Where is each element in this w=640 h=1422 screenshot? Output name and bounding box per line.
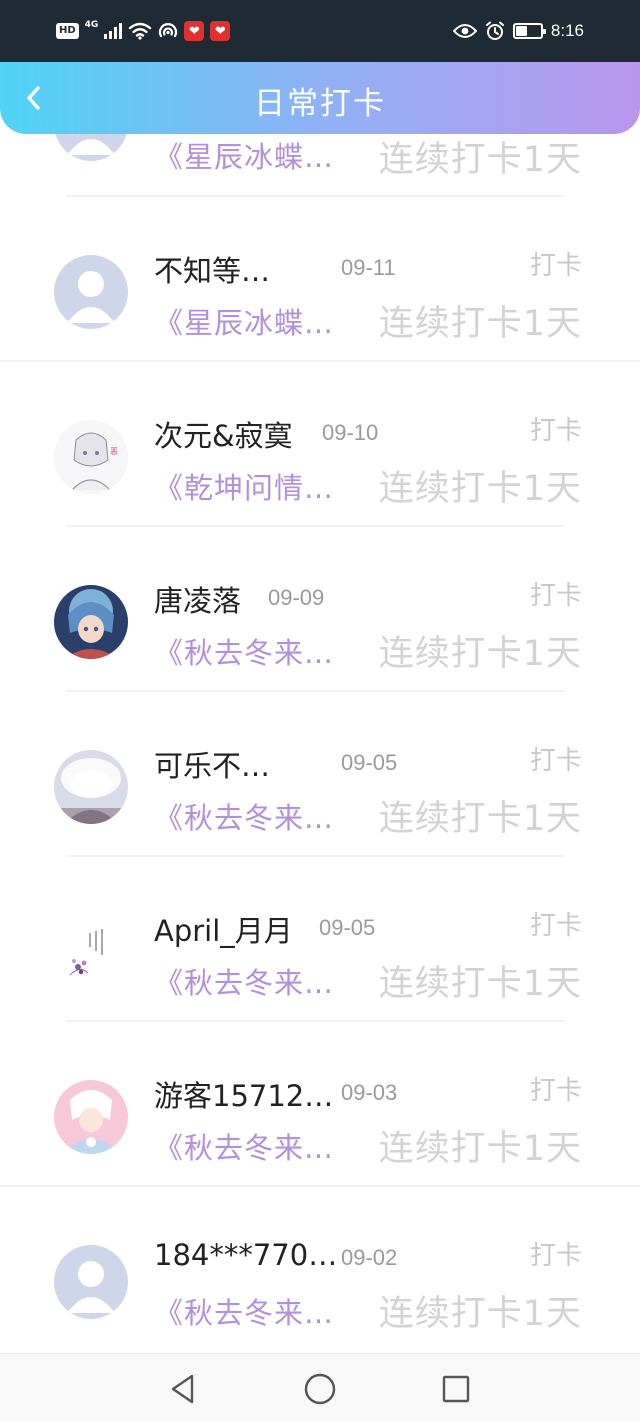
app-notification-icon: ❤ xyxy=(184,21,205,41)
book-title[interactable]: 《秋去冬来… xyxy=(154,795,334,837)
checkin-action-button[interactable]: 打卡 xyxy=(530,410,582,447)
list-item[interactable]: 《星辰冰蝶… 连续打卡1天 xyxy=(0,134,640,197)
page-header: 日常打卡 xyxy=(0,62,640,134)
streak-text: 连续打卡1天 xyxy=(378,634,582,674)
list-item[interactable]: April_月月 09-05 打卡 《秋去冬来… 连续打卡1天 xyxy=(0,857,640,1022)
checkin-action-button[interactable]: 打卡 xyxy=(530,1235,582,1272)
status-bar: HD 4G ❤ ❤ 8:16 xyxy=(0,0,640,62)
hd-icon: HD xyxy=(56,23,79,39)
streak-text: 连续打卡1天 xyxy=(378,140,582,180)
user-name: 唐凌落 xyxy=(154,584,242,618)
checkin-date: 09-03 xyxy=(341,1080,398,1105)
status-left: HD 4G ❤ ❤ xyxy=(56,18,231,44)
user-name: 184***770… xyxy=(154,1238,338,1272)
book-title[interactable]: 《秋去冬来… xyxy=(154,960,334,1002)
avatar xyxy=(54,1245,128,1319)
user-name: 游客15712… xyxy=(154,1079,334,1113)
book-title[interactable]: 《秋去冬来… xyxy=(154,1290,334,1332)
checkin-date: 09-05 xyxy=(319,915,376,940)
network-type-label: 4G xyxy=(84,20,99,30)
avatar xyxy=(54,585,128,659)
nav-home-button[interactable] xyxy=(303,1372,337,1406)
checkin-date: 09-05 xyxy=(341,750,398,775)
book-title: 《星辰冰蝶… xyxy=(154,140,335,174)
avatar xyxy=(54,255,128,329)
home-circle-icon xyxy=(304,1373,336,1405)
book-title[interactable]: 《秋去冬来… xyxy=(154,1125,334,1167)
checkin-date: 09-10 xyxy=(322,420,379,445)
system-nav-bar xyxy=(0,1353,640,1422)
streak-text: 连续打卡1天 xyxy=(378,1294,582,1334)
checkin-action-button[interactable]: 打卡 xyxy=(530,905,582,942)
streak-text: 连续打卡1天 xyxy=(378,964,582,1004)
signal-icon xyxy=(104,23,123,39)
user-name: 次元&寂寞 xyxy=(154,419,293,453)
avatar xyxy=(54,915,128,989)
back-triangle-icon xyxy=(171,1374,194,1404)
list-item[interactable]: 恶 次元&寂寞 09-10 打卡 《乾坤问情… 连续打卡1天 xyxy=(0,362,640,527)
hotspot-icon xyxy=(158,22,178,40)
nav-recents-button[interactable] xyxy=(439,1372,473,1406)
clock-time: 8:16 xyxy=(550,21,584,40)
list-item[interactable]: 184***770… 09-02 打卡 《秋去冬来… 连续打卡1天 xyxy=(0,1187,640,1352)
streak-text: 连续打卡1天 xyxy=(378,1129,582,1169)
alarm-icon xyxy=(485,21,505,41)
user-name: 可乐不… xyxy=(154,749,271,783)
checkin-action-button[interactable]: 打卡 xyxy=(530,740,582,777)
streak-text: 连续打卡1天 xyxy=(378,469,582,509)
checkin-list[interactable]: 《星辰冰蝶… 连续打卡1天 不知等… 09-11 打卡 《星辰冰蝶… 连续打卡1… xyxy=(0,134,640,1353)
streak-text: 连续打卡1天 xyxy=(378,304,582,344)
list-item[interactable]: 不知等… 09-11 打卡 《星辰冰蝶… 连续打卡1天 xyxy=(0,197,640,362)
checkin-action-button[interactable]: 打卡 xyxy=(530,575,582,612)
avatar xyxy=(54,750,128,824)
status-right: 8:16 xyxy=(452,18,584,44)
book-title[interactable]: 《秋去冬来… xyxy=(154,630,334,672)
page-title: 日常打卡 xyxy=(254,86,386,122)
checkin-date: 09-02 xyxy=(341,1245,398,1270)
nav-back-button[interactable] xyxy=(166,1372,200,1406)
checkin-date: 09-11 xyxy=(341,255,396,280)
checkin-action-button[interactable]: 打卡 xyxy=(530,1070,582,1107)
user-name: April_月月 xyxy=(154,914,293,948)
user-name: 不知等… xyxy=(154,254,271,288)
avatar xyxy=(54,134,128,161)
app-notification-icon: ❤ xyxy=(210,21,231,41)
list-item[interactable]: 游客15712… 09-03 打卡 《秋去冬来… 连续打卡1天 xyxy=(0,1022,640,1187)
avatar: 恶 xyxy=(54,420,128,494)
recents-square-icon xyxy=(442,1375,470,1403)
battery-level xyxy=(515,26,527,36)
wifi-icon xyxy=(128,22,152,40)
list-item[interactable]: 可乐不… 09-05 打卡 《秋去冬来… 连续打卡1天 xyxy=(0,692,640,857)
avatar xyxy=(54,1080,128,1154)
book-title[interactable]: 《星辰冰蝶… xyxy=(154,300,334,342)
battery-icon xyxy=(512,23,546,39)
eye-icon xyxy=(452,23,477,39)
book-title[interactable]: 《乾坤问情… xyxy=(154,465,334,507)
checkin-date: 09-09 xyxy=(268,585,325,610)
streak-text: 连续打卡1天 xyxy=(378,799,582,839)
list-item[interactable]: 唐凌落 09-09 打卡 《秋去冬来… 连续打卡1天 xyxy=(0,527,640,692)
svg-text:恶: 恶 xyxy=(110,447,118,456)
checkin-action-button[interactable]: 打卡 xyxy=(530,245,582,282)
